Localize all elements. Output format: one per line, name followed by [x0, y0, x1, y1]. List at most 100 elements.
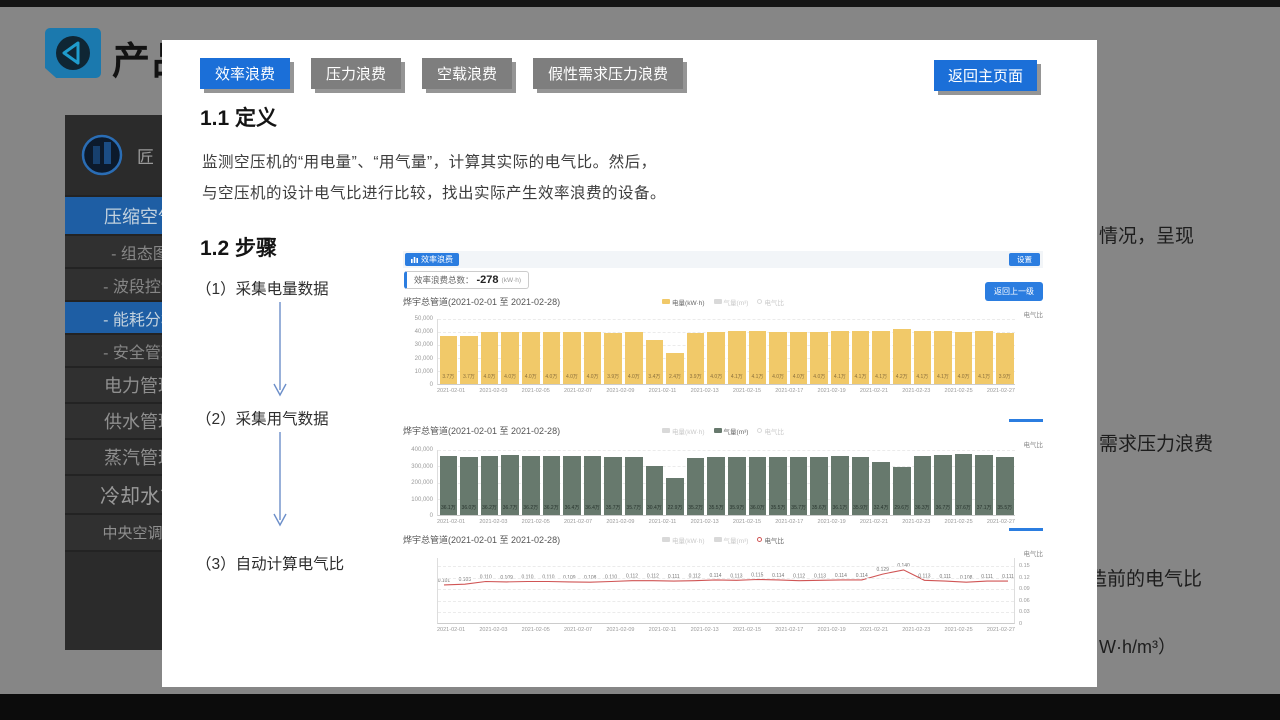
x-axis-tick: 2021-02-07	[564, 388, 592, 394]
settings-button[interactable]: 设置	[1009, 253, 1040, 266]
legend-item[interactable]: 气量(m³)	[714, 426, 749, 436]
x-axis-tick: 2021-02-15	[733, 627, 761, 633]
y-axis-tick: 50,000	[415, 316, 433, 322]
x-axis: 2021-02-012021-02-032021-02-052021-02-07…	[437, 516, 1015, 525]
y-axis-tick: 40,000	[415, 329, 433, 335]
x-axis-tick: 2021-02-01	[437, 388, 465, 394]
x-axis-tick: 2021-02-05	[522, 519, 550, 525]
chart-title: 烨宇总管道(2021-02-01 至 2021-02-28)	[403, 295, 662, 308]
brand-name: 匠	[137, 143, 154, 168]
legend-swatch	[714, 428, 722, 433]
x-axis-tick: 2021-02-15	[733, 519, 761, 525]
x-axis-tick: 2021-02-27	[987, 627, 1015, 633]
return-main-button[interactable]: 返回主页面	[934, 60, 1037, 91]
right-axis-label: 电气比	[1024, 439, 1044, 449]
waste-badge-label: 效率浪费	[421, 254, 453, 265]
right-axis-tick: 0.12	[1019, 575, 1030, 581]
legend-item[interactable]: 电气比	[757, 297, 784, 307]
legend-swatch	[757, 299, 762, 304]
x-axis: 2021-02-01 2021-02-03 2021-02-05 2021-02-07…	[437, 385, 1015, 394]
legend-item[interactable]: 电气比	[757, 426, 784, 436]
tab-active[interactable]: 效率浪费	[200, 58, 290, 89]
clipped-blue-button	[1009, 419, 1043, 422]
chart-title-row: 烨宇总管道(2021-02-01 至 2021-02-28) 电量(kW·h) 气…	[403, 533, 1043, 546]
chart-title: 烨宇总管道(2021-02-01 至 2021-02-28)	[403, 533, 662, 546]
right-axis-tick: 0.09	[1019, 586, 1030, 592]
back-icon[interactable]	[45, 28, 101, 78]
x-axis-tick: 2021-02-13	[691, 627, 719, 633]
svg-text:0.129: 0.129	[876, 567, 889, 573]
legend-item[interactable]: 电量(kW·h)	[662, 535, 705, 545]
x-axis-tick: 2021-02-13	[691, 519, 719, 525]
chart-title-row: 烨宇总管道(2021-02-01 至 2021-02-28) 电量(kW·h) 气…	[403, 295, 1043, 308]
y-axis-tick: 100,000	[411, 497, 433, 503]
x-axis-tick: 2021-02-19	[818, 519, 846, 525]
x-axis-tick: 2021-02-25	[945, 388, 973, 394]
x-axis-tick: 2021-02-21	[860, 388, 888, 394]
x-axis-tick: 2021-02-07	[564, 627, 592, 633]
x-axis-tick: 2021-02-09	[606, 519, 634, 525]
x-axis-tick: 2021-02-25	[945, 519, 973, 525]
legend-item[interactable]: 气量(m³)	[714, 535, 749, 545]
legend-swatch	[714, 299, 722, 304]
legend-swatch	[757, 537, 762, 542]
waste-total-label: 效率浪费总数：	[414, 274, 474, 286]
legend-label: 电气比	[764, 535, 784, 545]
right-axis-label: 电气比	[1024, 309, 1044, 319]
x-axis-tick: 2021-02-23	[902, 519, 930, 525]
legend-swatch	[714, 537, 722, 542]
x-axis-tick: 2021-02-21	[860, 519, 888, 525]
x-axis-tick: 2021-02-03	[479, 388, 507, 394]
clipped-text-fragment: W·h/m³）	[1099, 633, 1176, 659]
tab-inactive[interactable]: 压力浪费	[311, 58, 401, 89]
x-axis-tick: 2021-02-05	[522, 627, 550, 633]
top-black-bar	[0, 0, 1280, 7]
chart-plot-area: 0.150.120.090.060.0300.1010.1030.1100.10…	[437, 558, 1015, 624]
legend-item[interactable]: 电量(kW·h)	[662, 297, 705, 307]
x-axis-tick: 2021-02-23	[902, 627, 930, 633]
definition-text: 监测空压机的“用电量”、“用气量”，计算其实际的电气比。然后，	[202, 150, 657, 172]
legend-swatch	[662, 299, 670, 304]
y-axis-tick: 300,000	[411, 464, 433, 470]
legend-swatch	[662, 428, 670, 433]
chart-legend: 电量(kW·h) 气量(m³) 电气比	[662, 426, 784, 436]
bottom-black-bar	[0, 694, 1280, 720]
x-axis-tick: 2021-02-09	[606, 388, 634, 394]
legend-label: 气量(m³)	[724, 426, 749, 436]
legend-label: 电气比	[764, 426, 784, 436]
legend-item[interactable]: 电气比	[757, 535, 784, 545]
tab-inactive[interactable]: 空载浪费	[422, 58, 512, 89]
tab-inactive[interactable]: 假性需求压力浪费	[533, 58, 683, 89]
x-axis-tick: 2021-02-03	[479, 519, 507, 525]
x-axis-tick: 2021-02-11	[649, 627, 677, 633]
clipped-blue-button	[1009, 528, 1043, 531]
chart-plot-area: 50,00040,00030,00020,00010,00003.7万3.7万4…	[437, 319, 1015, 385]
clipped-text-fragment: 造前的电气比	[1088, 564, 1202, 591]
right-axis-tick: 0.03	[1019, 609, 1030, 615]
right-axis-tick: 0.15	[1019, 563, 1030, 569]
ratio-line-svg: 0.1010.1030.1100.1090.1100.1100.1090.108…	[438, 558, 1014, 624]
x-axis-tick: 2021-02-09	[606, 627, 634, 633]
chart-ratio: 烨宇总管道(2021-02-01 至 2021-02-28) 电量(kW·h) 气…	[403, 533, 1043, 638]
legend-item[interactable]: 电量(kW·h)	[662, 426, 705, 436]
chart-toolbar: 效率浪费 设置	[403, 251, 1043, 268]
x-axis-tick: 2021-02-01	[437, 627, 465, 633]
down-arrow-icon	[272, 432, 288, 528]
x-axis-tick: 2021-02-01	[437, 519, 465, 525]
bar: 35.5万	[996, 450, 1014, 515]
clipped-text-fragment: 需求压力浪费	[1099, 429, 1213, 456]
waste-total-box: 效率浪费总数： -278 (kW·h)	[404, 271, 529, 289]
bars-area: 36.1万36.0万36.2万36.7万36.2万36.2万36.4万36.4万…	[437, 450, 1015, 516]
chart-title-row: 烨宇总管道(2021-02-01 至 2021-02-28) 电量(kW·h)气…	[403, 424, 1043, 437]
legend-item[interactable]: 气量(m³)	[714, 297, 749, 307]
x-axis-tick: 2021-02-21	[860, 627, 888, 633]
right-axis-tick: 0	[1019, 621, 1022, 627]
y-axis-tick: 0	[430, 382, 433, 388]
x-axis-tick: 2021-02-17	[775, 519, 803, 525]
x-axis-tick: 2021-02-05	[522, 388, 550, 394]
x-axis-tick: 2021-02-11	[649, 388, 677, 394]
step-3: （3）自动计算电气比	[196, 552, 344, 574]
definition-text: 与空压机的设计电气比进行比较，找出实际产生效率浪费的设备。	[202, 181, 666, 203]
x-axis-tick: 2021-02-15	[733, 388, 761, 394]
x-axis-tick: 2021-02-27	[987, 519, 1015, 525]
